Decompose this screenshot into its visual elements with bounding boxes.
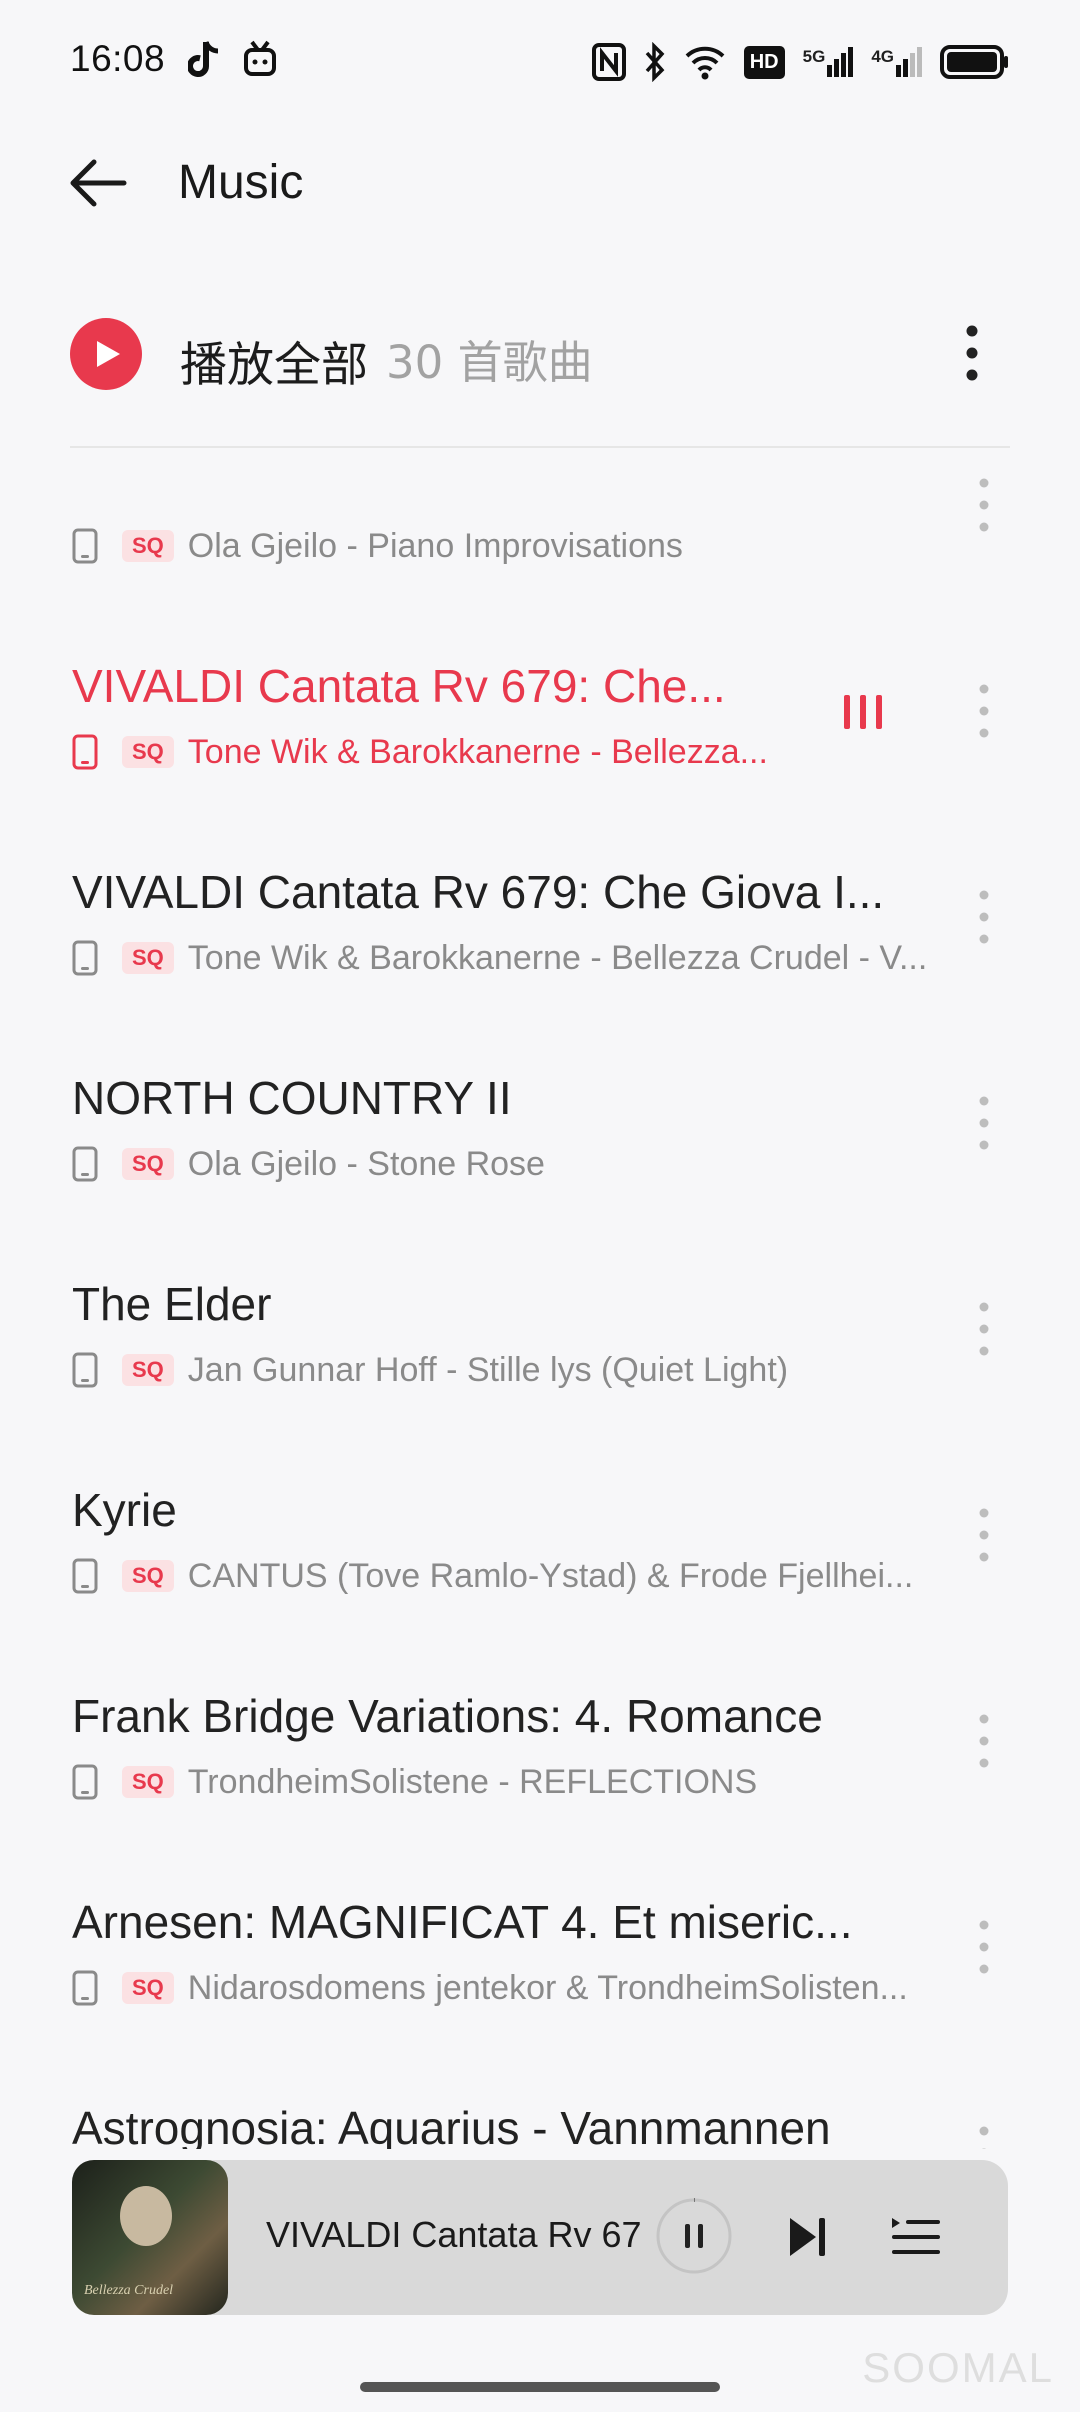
quality-badge: SQ [122,942,174,974]
signal-4g-icon: 4G [871,47,922,77]
song-meta: SQ Ola Gjeilo - Stone Rose [72,1144,545,1184]
song-meta: SQ TrondheimSolistene - REFLECTIONS [72,1762,757,1802]
quality-badge: SQ [122,1354,174,1386]
song-title: Astrognosia: Aquarius - Vannmannen [72,2102,831,2149]
song-title: Frank Bridge Variations: 4. Romance [72,1690,823,1742]
song-meta: SQ Tone Wik & Barokkanerne - Bellezza Cru… [72,938,927,978]
song-artist-album: Ola Gjeilo - Piano Improvisations [187,526,683,565]
local-device-icon [72,1352,98,1388]
song-row[interactable]: Arnesen: MAGNIFICAT 4. Et miseric... SQ Ni… [0,1813,1080,2019]
song-list[interactable]: SQ Ola Gjeilo - Piano Improvisations VIVAL… [0,449,1080,2149]
song-more-options-icon[interactable] [970,889,998,945]
album-cover[interactable]: Bellezza Crudel [72,2160,228,2315]
quality-badge: SQ [122,736,174,768]
song-artist-album: Tone Wik & Barokkanerne - Bellezza... [187,732,768,771]
quality-badge: SQ [122,1560,174,1592]
song-artist-album: CANTUS (Tove Ramlo-Ystad) & Frode Fjellh… [187,1556,914,1595]
status-icons-right: HD 5G 4G [591,40,1010,84]
song-title: Kyrie [72,1484,177,1536]
song-meta: SQ Jan Gunnar Hoff - Stille lys (Quiet Li… [72,1350,788,1390]
song-more-options-icon[interactable] [970,1095,998,1151]
song-meta: SQ Ola Gjeilo - Piano Improvisations [72,526,683,566]
song-title: Arnesen: MAGNIFICAT 4. Et miseric... [72,1896,853,1948]
song-row[interactable]: Kyrie SQ CANTUS (Tove Ramlo-Ystad) & Frode… [0,1401,1080,1607]
quality-badge: SQ [122,1766,174,1798]
song-row[interactable]: NORTH COUNTRY II SQ Ola Gjeilo - Stone Ros… [0,989,1080,1195]
song-meta: SQ Tone Wik & Barokkanerne - Bellezza... [72,732,768,772]
song-row[interactable]: Frank Bridge Variations: 4. Romance SQ Tro… [0,1607,1080,1813]
tv-icon [244,40,276,76]
song-row[interactable]: Astrognosia: Aquarius - VannmannenSQNorw… [0,2019,1080,2149]
song-artist-album: Ola Gjeilo - Stone Rose [187,1144,545,1183]
bluetooth-icon [645,42,665,82]
song-artist-album: Tone Wik & Barokkanerne - Bellezza Crude… [187,938,928,977]
local-device-icon [72,1764,98,1800]
song-title: VIVALDI Cantata Rv 679: Che... [72,660,726,712]
mini-player[interactable]: Bellezza Crudel VIVALDI Cantata Rv 67 [72,2160,1008,2315]
next-track-icon[interactable] [786,2212,830,2262]
song-more-options-icon[interactable] [970,1919,998,1975]
signal-5g-icon: 5G [803,47,854,77]
song-more-options-icon[interactable] [970,477,998,533]
local-device-icon [72,1146,98,1182]
song-artist-album: Nidarosdomens jentekor & TrondheimSolist… [187,1968,908,2007]
song-title: NORTH COUNTRY II [72,1072,512,1124]
home-indicator[interactable] [360,2382,720,2392]
tiktok-icon [188,41,219,77]
hd-icon: HD [743,45,785,79]
more-options-icon[interactable] [952,323,992,383]
battery-icon [940,45,1008,79]
now-playing-title[interactable]: VIVALDI Cantata Rv 67 [266,2214,698,2256]
quality-badge: SQ [122,530,174,562]
song-more-options-icon[interactable] [970,2125,998,2149]
song-meta: SQ Nidarosdomens jentekor & TrondheimSoli… [72,1968,908,2008]
song-title: VIVALDI Cantata Rv 679: Che Giova I... [72,866,885,918]
status-time: 16:08 [70,38,166,79]
watermark: SOOMAL [862,2344,1054,2391]
play-all-label[interactable]: 播放全部 [180,326,368,395]
song-row[interactable]: VIVALDI Cantata Rv 679: Che... SQ Tone Wik… [0,577,1080,783]
nfc-icon [591,43,626,81]
status-bar: 16:08 HD 5G 4G [0,0,1080,125]
song-count: 30 首歌曲 [386,336,593,389]
song-artist-album: TrondheimSolistene - REFLECTIONS [187,1762,758,1801]
local-device-icon [72,734,98,770]
song-more-options-icon[interactable] [970,1507,998,1563]
cover-text: Bellezza Crudel [84,2283,174,2298]
quality-badge: SQ [122,1148,174,1180]
local-device-icon [72,1558,98,1594]
local-device-icon [72,528,98,564]
song-more-options-icon[interactable] [970,1301,998,1357]
page-title: Music [178,156,304,209]
playlist-queue-icon[interactable] [888,2212,942,2262]
back-arrow-icon[interactable] [68,156,128,210]
play-icon [97,341,120,367]
play-all-button[interactable] [70,318,142,390]
local-device-icon [72,940,98,976]
song-more-options-icon[interactable] [970,1713,998,1769]
wifi-icon [685,46,725,80]
local-device-icon [72,1970,98,2006]
now-playing-equalizer-icon [844,695,882,729]
song-title: The Elder [72,1278,272,1330]
signal-4g-label: 4G [871,47,894,66]
pause-button[interactable] [654,2196,734,2276]
divider [70,446,1010,448]
song-meta: SQ CANTUS (Tove Ramlo-Ystad) & Frode Fjel… [72,1556,913,1596]
song-row[interactable]: The Elder SQ Jan Gunnar Hoff - Stille lys … [0,1195,1080,1401]
song-more-options-icon[interactable] [970,683,998,739]
quality-badge: SQ [122,1972,174,2004]
song-row[interactable]: SQ Ola Gjeilo - Piano Improvisations [0,449,1080,577]
song-artist-album: Jan Gunnar Hoff - Stille lys (Quiet Ligh… [187,1350,789,1389]
song-row[interactable]: VIVALDI Cantata Rv 679: Che Giova I... SQ… [0,783,1080,989]
signal-5g-label: 5G [802,47,826,66]
